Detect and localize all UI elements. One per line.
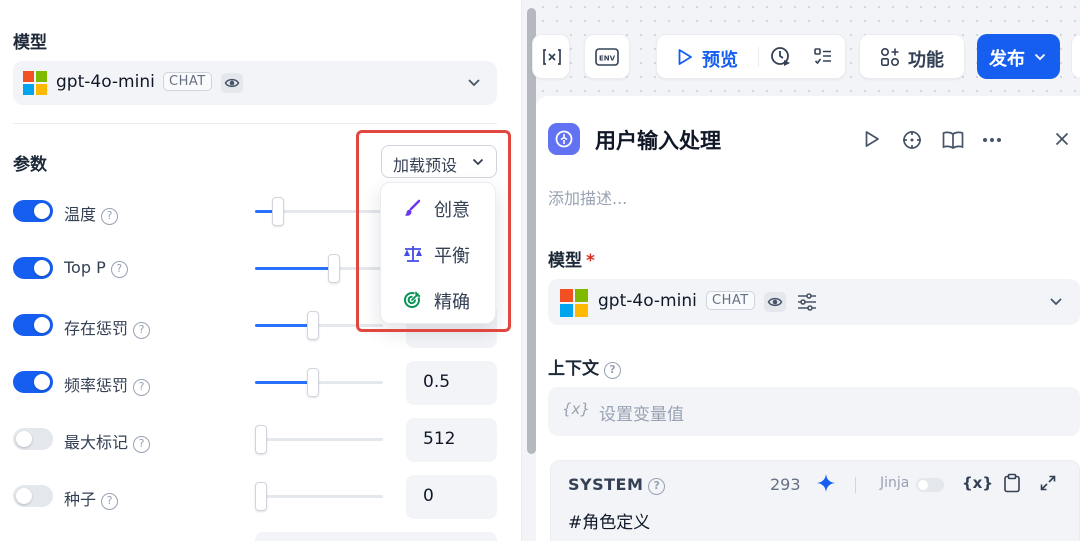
jinja-label: Jinja xyxy=(880,475,910,491)
param-toggle[interactable] xyxy=(13,257,53,279)
model-selector[interactable]: gpt-4o-mini CHAT xyxy=(13,61,497,105)
features-button[interactable]: 功能 xyxy=(859,34,965,79)
sparkle-icon[interactable] xyxy=(816,473,836,493)
next-param-row-partial xyxy=(255,532,497,541)
features-label: 功能 xyxy=(908,50,944,71)
system-prompt-text[interactable]: #角色定义 xyxy=(568,508,650,533)
crosshair-icon[interactable] xyxy=(902,130,922,150)
chevron-down-icon xyxy=(1050,298,1062,306)
node-description-input[interactable]: 添加描述... xyxy=(548,185,627,209)
token-count: 293 xyxy=(770,475,801,494)
help-icon[interactable]: ? xyxy=(133,436,151,453)
features-icon xyxy=(880,47,900,67)
node-title[interactable]: 用户输入处理 xyxy=(595,125,721,155)
param-toggle[interactable] xyxy=(13,485,53,507)
help-icon[interactable]: ? xyxy=(101,208,119,225)
context-placeholder: 设置变量值 xyxy=(599,405,684,425)
publish-button[interactable]: 发布 xyxy=(977,34,1060,79)
param-slider[interactable] xyxy=(255,425,383,454)
model-section-title: 模型 xyxy=(13,33,47,53)
clipboard-icon[interactable] xyxy=(1003,473,1021,493)
param-label: 存在惩罚 xyxy=(64,319,129,338)
param-row-max-tokens: 最大标记? 512 xyxy=(13,418,497,462)
insert-variable-icon[interactable]: {x} xyxy=(962,474,993,492)
param-label: Top P xyxy=(64,258,106,277)
param-value-input[interactable]: 0.5 xyxy=(406,361,497,405)
microsoft-logo-icon xyxy=(23,71,47,95)
param-label: 频率惩罚 xyxy=(64,376,129,395)
llm-node-icon xyxy=(548,123,580,155)
book-icon[interactable] xyxy=(942,130,964,150)
model-label: 模型 xyxy=(548,251,582,271)
param-value-input[interactable]: 512 xyxy=(406,418,497,462)
slider-handle[interactable] xyxy=(306,311,319,340)
param-slider[interactable] xyxy=(255,368,383,397)
settings-sliders-icon[interactable] xyxy=(796,292,818,312)
microsoft-logo-icon xyxy=(560,289,588,317)
param-slider[interactable] xyxy=(255,482,383,511)
jinja-toggle[interactable] xyxy=(916,478,944,492)
more-icon[interactable] xyxy=(982,137,1002,143)
variable-x-icon: {x} xyxy=(562,400,590,418)
close-icon[interactable] xyxy=(1055,132,1069,146)
divider xyxy=(855,477,856,493)
param-label: 种子 xyxy=(64,490,97,509)
chevron-down-icon xyxy=(1034,53,1046,61)
env-icon: ENV xyxy=(595,48,619,66)
slider-handle[interactable] xyxy=(306,368,319,397)
play-icon[interactable] xyxy=(677,48,693,66)
model-name: gpt-4o-mini xyxy=(56,72,155,92)
node-model-selector[interactable]: gpt-4o-mini CHAT xyxy=(548,279,1080,325)
eye-icon[interactable] xyxy=(221,73,243,93)
param-toggle[interactable] xyxy=(13,371,53,393)
node-settings-panel: 用户输入处理 添加描述... 模型 * gpt-4o-mini CHAT 上下文?… xyxy=(536,96,1080,541)
param-value-input[interactable]: 0 xyxy=(406,475,497,519)
param-row-frequency-penalty: 频率惩罚? 0.5 xyxy=(13,361,497,405)
param-toggle[interactable] xyxy=(13,314,53,336)
divider xyxy=(13,123,497,124)
slider-handle[interactable] xyxy=(272,197,285,226)
slider-handle[interactable] xyxy=(255,482,267,511)
help-icon[interactable]: ? xyxy=(101,493,119,510)
annotation-highlight-box xyxy=(356,130,511,332)
param-toggle[interactable] xyxy=(13,200,53,222)
variable-inspect-button[interactable] xyxy=(532,34,570,79)
more-toolbar-button[interactable] xyxy=(1071,34,1080,79)
preview-button-label[interactable]: 预览 xyxy=(702,46,738,72)
variable-x-icon xyxy=(543,49,561,65)
context-label: 上下文 xyxy=(548,359,599,379)
system-prompt-editor: SYSTEM? 293 Jinja {x} #角色定义 xyxy=(550,460,1080,541)
param-label: 温度 xyxy=(64,205,97,224)
param-row-seed: 种子? 0 xyxy=(13,475,497,519)
history-run-icon[interactable] xyxy=(770,46,792,68)
model-mode-badge: CHAT xyxy=(163,72,212,91)
system-label: SYSTEM xyxy=(568,475,644,494)
model-name: gpt-4o-mini xyxy=(598,291,697,311)
chevron-down-icon[interactable] xyxy=(467,78,481,88)
expand-icon[interactable] xyxy=(1040,475,1056,491)
param-label: 最大标记 xyxy=(64,433,129,452)
required-mark: * xyxy=(586,251,595,271)
help-icon[interactable]: ? xyxy=(133,322,151,339)
env-button[interactable]: ENV xyxy=(584,34,630,79)
help-icon[interactable]: ? xyxy=(648,478,666,495)
env-icon-text: ENV xyxy=(599,55,616,63)
slider-handle[interactable] xyxy=(328,254,341,283)
slider-handle[interactable] xyxy=(255,425,267,454)
publish-label: 发布 xyxy=(989,49,1025,70)
help-icon[interactable]: ? xyxy=(604,362,621,379)
eye-icon[interactable] xyxy=(764,292,786,312)
run-node-icon[interactable] xyxy=(864,130,880,148)
help-icon[interactable]: ? xyxy=(110,261,128,278)
params-section-title: 参数 xyxy=(13,155,47,175)
param-toggle[interactable] xyxy=(13,428,53,450)
model-mode-badge: CHAT xyxy=(706,291,755,310)
divider xyxy=(758,47,759,67)
help-icon[interactable]: ? xyxy=(133,379,151,396)
preview-controls-group: 预览 xyxy=(656,34,846,79)
context-variable-input[interactable]: {x} 设置变量值 xyxy=(548,387,1080,436)
checklist-icon[interactable] xyxy=(813,47,833,67)
